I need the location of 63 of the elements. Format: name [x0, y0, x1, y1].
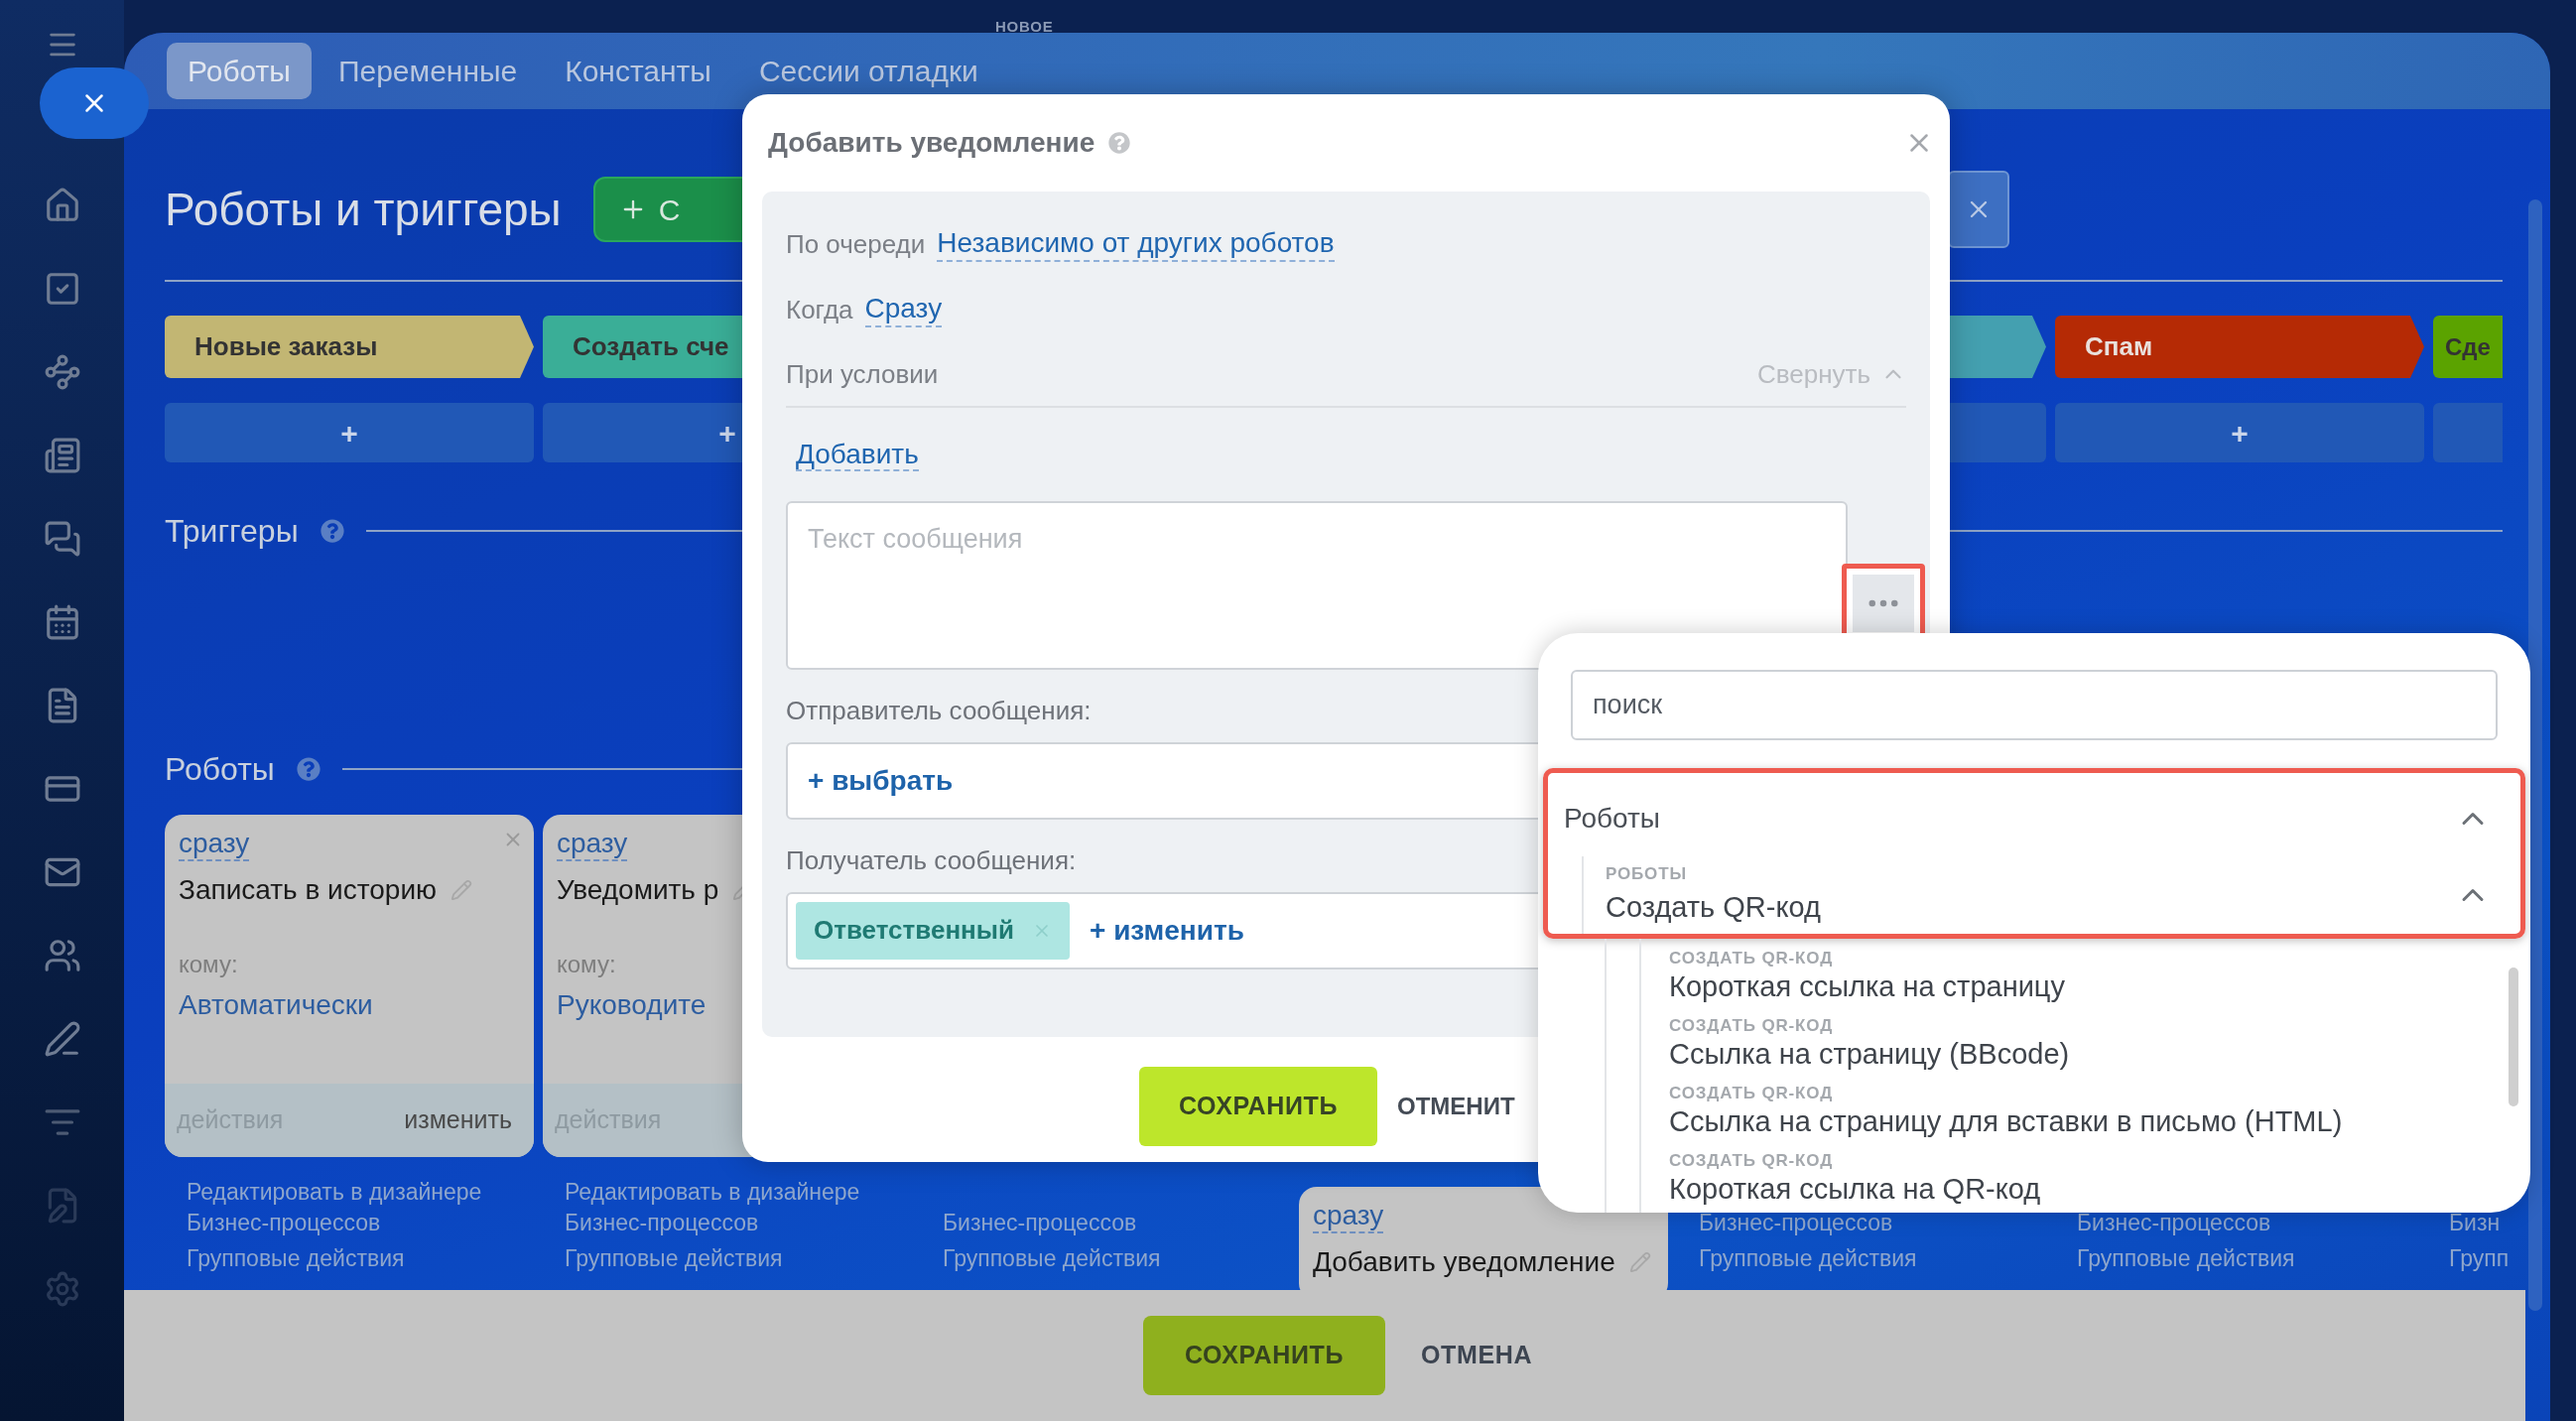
designer-link[interactable]: Редактировать в дизайнере [187, 1177, 534, 1208]
section-title: Роботы [165, 750, 275, 789]
variable-item[interactable]: СОЗДАТЬ QR-КОД Ссылка на страницу (BBcode) [1669, 1010, 2525, 1078]
field-label: Отправитель сообщения: [786, 694, 1092, 727]
tab[interactable]: Переменные [317, 43, 539, 99]
stage[interactable]: Новые заказы [165, 316, 534, 378]
item-label: Короткая ссылка на QR-код [1669, 1172, 2042, 1207]
recipient-value: Автоматически [179, 987, 374, 1022]
save-button[interactable]: СОХРАНИТЬ [1143, 1316, 1386, 1395]
edit-link[interactable]: изменить [404, 1101, 522, 1139]
add-stage-button[interactable]: + [165, 403, 534, 462]
delay-link[interactable]: сразу [179, 829, 250, 861]
item-caption: РОБОТЫ [1606, 862, 1688, 885]
subgroup-header[interactable]: РОБОТЫ Создать QR-код [1582, 856, 2491, 934]
section-title: Триггеры [165, 512, 299, 551]
robot-title: Добавить уведомление [1313, 1244, 1615, 1279]
designer-link[interactable]: Бизнес-процессов [565, 1208, 912, 1238]
add-stage-button[interactable]: + [2055, 403, 2424, 462]
page-title: Роботы и триггеры [165, 182, 562, 237]
change-link[interactable]: + изменить [1090, 909, 1244, 952]
value-link[interactable]: Независимо от других роботов [937, 226, 1335, 262]
group-actions-link[interactable]: Групповые действия [2077, 1244, 2295, 1272]
variable-item[interactable]: СОЗДАТЬ QR-КОД Короткая ссылка на QR-код [1669, 1145, 2525, 1213]
value-link[interactable]: Сразу [864, 292, 943, 327]
group-actions-link[interactable]: Групповые действия [943, 1244, 1161, 1272]
robot-title: Уведомить р [557, 872, 719, 907]
new-label: НОВОЕ [995, 17, 1054, 37]
select-link[interactable]: + выбрать [808, 759, 954, 802]
cancel-button[interactable]: ОТМЕНА [1409, 1316, 1545, 1395]
group-actions-link[interactable]: Групповые действия [565, 1244, 783, 1272]
group-actions-link[interactable]: Групп [2449, 1244, 2510, 1272]
search-field[interactable]: поиск [1571, 670, 2498, 740]
recipient-label: кому: [557, 949, 617, 979]
variable-item[interactable]: СОЗДАТЬ QR-КОД Ссылка на страницу для вставки в письмо (HTML) [1669, 1078, 2525, 1145]
stage[interactable]: Сде [2433, 316, 2503, 378]
item-label: Короткая ссылка на страницу [1669, 969, 2066, 1004]
robot-title: Записать в историю [179, 872, 438, 907]
delay-link[interactable]: сразу [557, 829, 628, 861]
recipient-label: кому: [179, 949, 239, 979]
add-condition-link[interactable]: Добавить [796, 439, 919, 471]
cancel-button[interactable]: ОТМЕНИТ [1397, 1067, 1515, 1146]
item-label: Ссылка на страницу для вставки в письмо (HTML) [1669, 1104, 2344, 1139]
modal-title: Добавить уведомление [768, 126, 1095, 160]
message-field[interactable]: Текст сообщения [786, 500, 1848, 670]
tab[interactable]: Константы [544, 43, 732, 99]
designer-link[interactable]: Редактировать в дизайнере [565, 1177, 912, 1208]
group-actions-link[interactable]: Групповые действия [187, 1244, 405, 1272]
designer-link[interactable]: Бизнес-процессов [187, 1208, 534, 1238]
subgroup-label: Создать QR-код [1606, 890, 1821, 925]
delay-link[interactable]: сразу [1313, 1201, 1384, 1233]
item-label: Ссылка на страницу (BBcode) [1669, 1037, 2071, 1072]
recipient-value: Руководите [557, 987, 708, 1022]
designer-link[interactable]: Бизнес-процессов [943, 1208, 1290, 1238]
item-caption: СОЗДАТЬ QR-КОД [1669, 1016, 1835, 1036]
save-button[interactable]: СОХРАНИТЬ [1139, 1067, 1378, 1146]
recipient-chip[interactable]: Ответственный [796, 901, 1070, 960]
item-caption: СОЗДАТЬ QR-КОД [1669, 1151, 1835, 1171]
group-actions-link[interactable]: Групповые действия [1699, 1244, 1917, 1272]
stage[interactable]: Спам [2055, 316, 2424, 378]
item-caption: СОЗДАТЬ QR-КОД [1669, 949, 1835, 969]
item-caption: СОЗДАТЬ QR-КОД [1669, 1084, 1835, 1103]
tab[interactable]: Сессии отладки [737, 43, 999, 99]
tab[interactable]: Роботы [167, 43, 312, 99]
